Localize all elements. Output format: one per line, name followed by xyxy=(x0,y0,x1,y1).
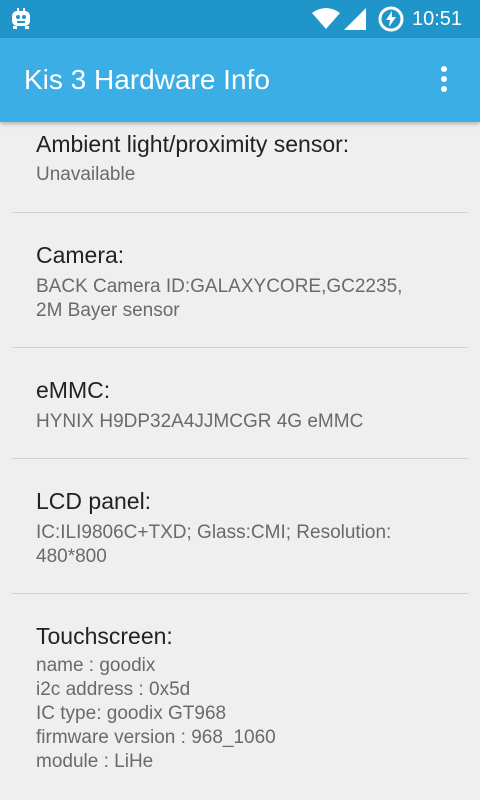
item-title: Camera: xyxy=(36,242,125,268)
list-item-lcd-panel[interactable]: LCD panel: IC:ILI9806C+TXD; Glass:CMI; R… xyxy=(0,459,480,593)
cell-signal-icon xyxy=(344,8,366,30)
overflow-menu-icon[interactable] xyxy=(430,60,458,100)
item-value: BACK Camera ID:GALAXYCORE,GC2235, 2M Bay… xyxy=(36,276,403,321)
list-item-touchscreen[interactable]: Touchscreen: name : goodix i2c address :… xyxy=(0,594,480,800)
item-value: IC:ILI9806C+TXD; Glass:CMI; Resolution: … xyxy=(36,522,392,567)
item-title: eMMC: xyxy=(36,377,111,403)
status-time: 10:51 xyxy=(412,8,463,30)
item-title: Ambient light/proximity sensor: xyxy=(36,131,350,157)
item-value: name : goodix i2c address : 0x5d IC type… xyxy=(36,655,276,772)
item-value: Unavailable xyxy=(36,164,136,185)
list-item-camera[interactable]: Camera: BACK Camera ID:GALAXYCORE,GC2235… xyxy=(0,213,480,347)
item-value: HYNIX H9DP32A4JJMCGR 4G eMMC xyxy=(36,411,364,432)
app-bar: Kis 3 Hardware Info xyxy=(0,38,480,122)
cyanogenmod-notification-icon xyxy=(12,8,30,29)
status-bar: 10:51 xyxy=(0,0,480,38)
wifi-icon xyxy=(312,8,340,29)
item-title: LCD panel: xyxy=(36,488,152,514)
item-title: Touchscreen: xyxy=(36,623,173,649)
battery-charging-icon xyxy=(378,6,404,32)
list-item-ambient-light[interactable]: Ambient light/proximity sensor: Unavaila… xyxy=(0,122,480,212)
list-item-emmc[interactable]: eMMC: HYNIX H9DP32A4JJMCGR 4G eMMC xyxy=(0,348,480,458)
page-title: Kis 3 Hardware Info xyxy=(24,64,270,95)
